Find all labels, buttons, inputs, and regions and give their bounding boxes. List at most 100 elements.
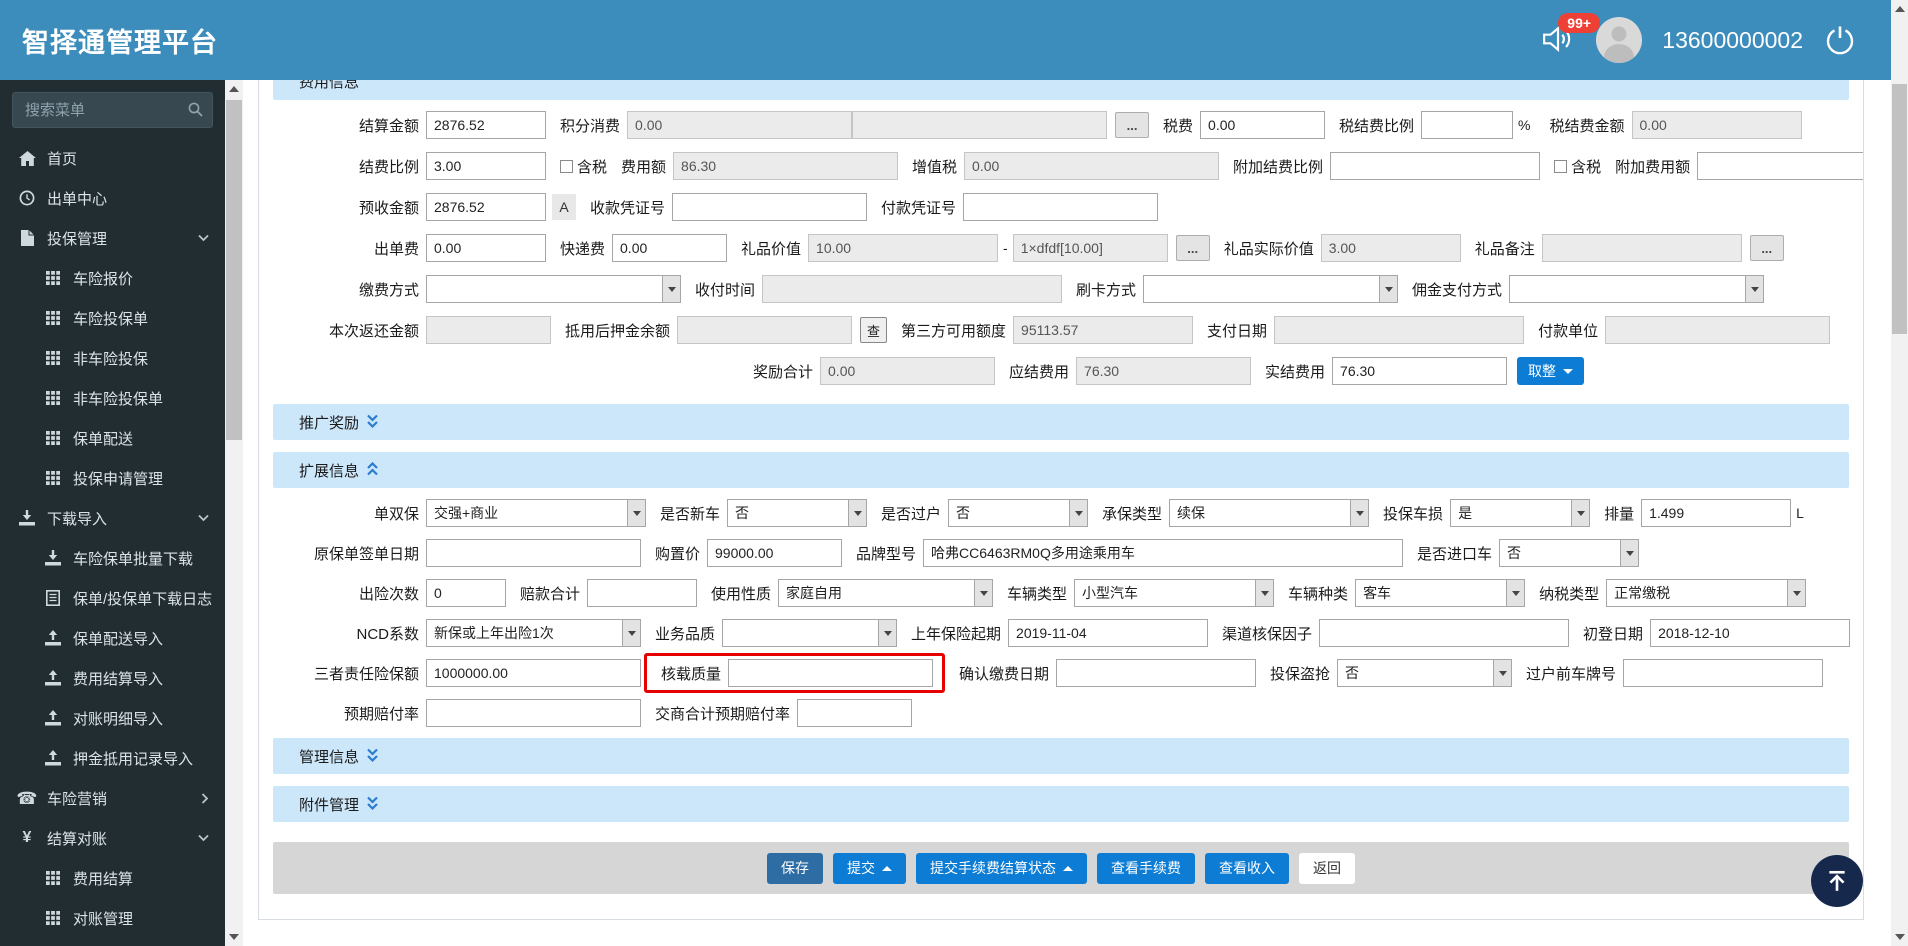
tax-included-checkbox[interactable]: 含税 (560, 156, 607, 177)
extra-fee-amount-input[interactable] (1697, 152, 1863, 180)
claim-count-input[interactable] (426, 579, 506, 607)
sidebar-item-车险保单批量下载[interactable]: 车险保单批量下载 (0, 538, 225, 578)
submit-fee-status-button[interactable]: 提交手续费结算状态 (916, 852, 1087, 884)
sidebar-item-投保申请管理[interactable]: 投保申请管理 (0, 458, 225, 498)
section-header-attach[interactable]: 附件管理 (273, 786, 1849, 822)
power-icon[interactable] (1823, 23, 1857, 57)
sidebar-item-非车险投保[interactable]: 非车险投保 (0, 338, 225, 378)
card-method-select[interactable] (1143, 275, 1399, 303)
sidebar-item-对账明细导入[interactable]: 对账明细导入 (0, 698, 225, 738)
checkbox-box[interactable] (560, 159, 573, 173)
back-to-top-button[interactable] (1811, 855, 1863, 907)
sidebar-item-费用结算[interactable]: 费用结算 (0, 858, 225, 898)
sidebar-item-非车险投保单[interactable]: 非车险投保单 (0, 378, 225, 418)
last-policy-start-input[interactable] (1008, 619, 1209, 647)
select-value: 否 (956, 505, 971, 521)
commission-pay-method-select[interactable] (1509, 275, 1765, 303)
sidebar-item-保单配送导入[interactable]: 保单配送导入 (0, 618, 225, 658)
sidebar-scrollbar[interactable] (225, 80, 243, 946)
section-header-fee[interactable]: 费用信息 (273, 80, 1849, 100)
underwrite-type-select[interactable]: 续保 (1169, 499, 1370, 527)
express-fee-input[interactable] (612, 234, 728, 262)
transfer-select[interactable]: 否 (948, 499, 1089, 527)
check-deposit-button[interactable]: 查 (860, 317, 888, 343)
original-policy-date-input[interactable] (426, 539, 641, 567)
tax-settle-ratio-input[interactable] (1421, 111, 1514, 139)
issue-fee-input[interactable] (426, 234, 546, 262)
back-button[interactable]: 返回 (1299, 852, 1355, 884)
previous-plate-input[interactable] (1623, 659, 1824, 687)
first-register-date-input[interactable] (1650, 619, 1851, 647)
sidebar-item-结算对账[interactable]: ¥ 结算对账 (0, 818, 225, 858)
payment-method-select[interactable] (426, 275, 681, 303)
settlement-amount-input[interactable] (426, 111, 546, 139)
combined-loss-ratio-input[interactable] (797, 699, 913, 727)
section-header-promo[interactable]: 推广奖励 (273, 404, 1849, 440)
scroll-down-arrow[interactable] (225, 928, 243, 946)
prepaid-amount-input[interactable] (426, 193, 546, 221)
expected-loss-ratio-input[interactable] (426, 699, 641, 727)
sidebar-item-出单中心[interactable]: 出单中心 (0, 178, 225, 218)
tax-input[interactable] (1200, 111, 1326, 139)
new-car-select[interactable]: 否 (727, 499, 868, 527)
usage-select[interactable]: 家庭自用 (778, 579, 994, 607)
policy-combo-select[interactable]: 交强+商业 (426, 499, 646, 527)
theft-cover-select[interactable]: 否 (1337, 659, 1513, 687)
view-fee-button[interactable]: 查看手续费 (1097, 852, 1195, 884)
avatar[interactable] (1596, 17, 1643, 63)
channel-factor-input[interactable] (1319, 619, 1570, 647)
sidebar-item-投保管理[interactable]: 投保管理 (0, 218, 225, 258)
submit-button[interactable]: 提交 (833, 852, 906, 884)
ncd-select[interactable]: 新保或上年出险1次 (426, 619, 641, 647)
sidebar-item-下载导入[interactable]: 下载导入 (0, 498, 225, 538)
vehicle-type-select[interactable]: 小型汽车 (1074, 579, 1275, 607)
receipt-voucher-input[interactable] (672, 193, 868, 221)
sidebar-item-押金抵用记录导入[interactable]: 押金抵用记录导入 (0, 738, 225, 778)
section-header-ext[interactable]: 扩展信息 (273, 452, 1849, 488)
field-label: 礼品备注 (1474, 240, 1535, 258)
brand-model-input[interactable] (923, 539, 1404, 567)
confirm-pay-date-input[interactable] (1056, 659, 1257, 687)
page-scrollbar[interactable] (1891, 0, 1908, 946)
extra-settle-ratio-input[interactable] (1330, 152, 1541, 180)
sidebar-item-首页[interactable]: 首页 (0, 138, 225, 178)
sidebar-item-费用结算导入[interactable]: 费用结算导入 (0, 658, 225, 698)
sidebar-item-车险营销[interactable]: ☎ 车险营销 (0, 778, 225, 818)
field-label: 出险次数 (358, 585, 419, 603)
sidebar-item-保单配送[interactable]: 保单配送 (0, 418, 225, 458)
sidebar-item-对账管理[interactable]: 对账管理 (0, 898, 225, 938)
select-value: 否 (1345, 665, 1360, 681)
scrollbar-thumb[interactable] (1892, 84, 1907, 334)
third-party-liability-input[interactable] (426, 659, 641, 687)
search-input[interactable] (12, 92, 213, 128)
round-button[interactable]: 取整 (1517, 357, 1585, 385)
claim-total-input[interactable] (587, 579, 698, 607)
imported-select[interactable]: 否 (1499, 539, 1640, 567)
settle-ratio-input[interactable] (426, 152, 546, 180)
notifications-button[interactable]: 99+ (1542, 13, 1601, 55)
scrollbar-thumb[interactable] (226, 100, 242, 440)
view-income-button[interactable]: 查看收入 (1205, 852, 1289, 884)
displacement-input[interactable] (1641, 499, 1792, 527)
load-capacity-input[interactable] (728, 659, 934, 687)
sidebar-item-车险投保单[interactable]: 车险投保单 (0, 298, 225, 338)
sidebar-item-车险报价[interactable]: 车险报价 (0, 258, 225, 298)
scroll-up-arrow[interactable] (225, 80, 243, 98)
points-more-button[interactable]: ... (1115, 112, 1150, 138)
save-button[interactable]: 保存 (767, 852, 823, 884)
extra-tax-included-checkbox[interactable]: 含税 (1554, 156, 1601, 177)
business-quality-select[interactable] (722, 619, 898, 647)
gift-remark-more-button[interactable]: ... (1749, 235, 1784, 261)
upload-icon (42, 750, 64, 766)
sidebar-item-保单/投保单下载日志[interactable]: 保单/投保单下载日志 (0, 578, 225, 618)
vehicle-kind-select[interactable]: 客车 (1355, 579, 1526, 607)
section-header-mgmt[interactable]: 管理信息 (273, 738, 1849, 774)
payment-voucher-input[interactable] (963, 193, 1159, 221)
sidebar-item-partial[interactable] (0, 938, 225, 946)
checkbox-box[interactable] (1554, 159, 1568, 173)
tax-type-select[interactable]: 正常缴税 (1606, 579, 1807, 607)
purchase-price-input[interactable] (707, 539, 843, 567)
actual-fee-input[interactable] (1332, 357, 1508, 385)
damage-cover-select[interactable]: 是 (1450, 499, 1591, 527)
gift-more-button[interactable]: ... (1175, 235, 1210, 261)
